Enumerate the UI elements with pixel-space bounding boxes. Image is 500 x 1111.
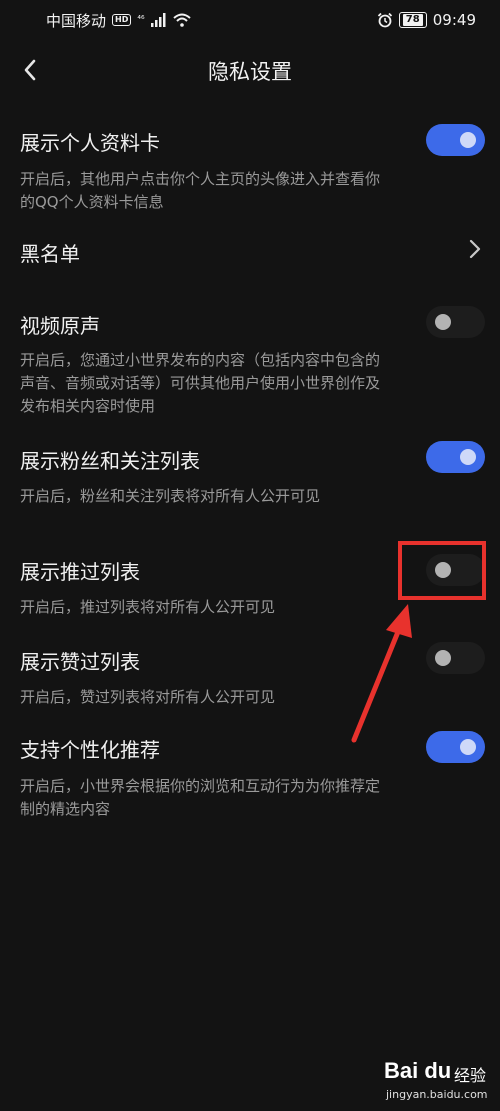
hd-badge: HD <box>112 14 132 26</box>
setting-title-followers-list: 展示粉丝和关注列表 <box>20 449 200 473</box>
battery-indicator: 78 <box>398 12 427 28</box>
wifi-icon <box>172 13 191 27</box>
clock: 09:49 <box>432 11 476 29</box>
network-type: ⁴⁶ <box>137 15 145 25</box>
arrow-annotation <box>351 604 412 743</box>
status-bar: 中国移动 HD ⁴⁶ 78 09:49 <box>0 0 500 40</box>
signal-icon <box>150 13 166 27</box>
toggle-personalized[interactable] <box>426 731 485 763</box>
toggle-knob <box>435 650 451 666</box>
setting-title-liked-list: 展示赞过列表 <box>20 650 140 674</box>
status-left: 中国移动 HD ⁴⁶ <box>46 10 191 31</box>
setting-title-personalized: 支持个性化推荐 <box>20 738 160 762</box>
toggle-knob <box>460 739 476 755</box>
toggle-knob <box>435 314 451 330</box>
toggle-knob <box>460 449 476 465</box>
setting-desc-profile-card: 开启后，其他用户点击你个人主页的头像进入并查看你的QQ个人资料卡信息 <box>20 170 381 211</box>
setting-desc-liked-list: 开启后，赞过列表将对所有人公开可见 <box>20 688 276 706</box>
nav-bar: 隐私设置 <box>0 40 500 100</box>
chevron-right-icon <box>469 239 481 259</box>
carrier-label: 中国移动 <box>46 11 107 30</box>
watermark-label: 经验 <box>454 1066 487 1085</box>
highlight-box <box>398 541 486 600</box>
toggle-followers-list[interactable] <box>426 441 485 473</box>
setting-desc-video-audio: 开启后，您通过小世界发布的内容（包括内容中包含的声音、音频或对话等）可供其他用户… <box>20 351 381 415</box>
watermark-url: jingyan.baidu.com <box>386 1088 488 1101</box>
toggle-profile-card[interactable] <box>426 124 485 156</box>
battery-level: 78 <box>402 14 423 26</box>
setting-desc-personalized: 开启后，小世界会根据你的浏览和互动行为为你推荐定制的精选内容 <box>20 777 381 818</box>
blacklist-item[interactable]: 黑名单 <box>20 238 490 268</box>
status-right: 78 09:49 <box>377 11 476 29</box>
toggle-liked-list[interactable] <box>426 642 485 674</box>
toggle-knob <box>460 132 476 148</box>
page-title: 隐私设置 <box>208 60 292 84</box>
toggle-video-audio[interactable] <box>426 306 485 338</box>
setting-desc-followers-list: 开启后，粉丝和关注列表将对所有人公开可见 <box>20 487 321 505</box>
setting-desc-pushed-list: 开启后，推过列表将对所有人公开可见 <box>20 598 276 616</box>
setting-title-pushed-list: 展示推过列表 <box>20 560 140 584</box>
blacklist-label: 黑名单 <box>20 242 80 266</box>
baidu-watermark: Bai du 经验 jingyan.baidu.com <box>384 1058 494 1106</box>
watermark-logo: Bai du <box>384 1058 452 1083</box>
setting-title-video-audio: 视频原声 <box>20 314 100 338</box>
setting-title-profile-card: 展示个人资料卡 <box>20 131 160 155</box>
alarm-icon <box>377 12 392 28</box>
